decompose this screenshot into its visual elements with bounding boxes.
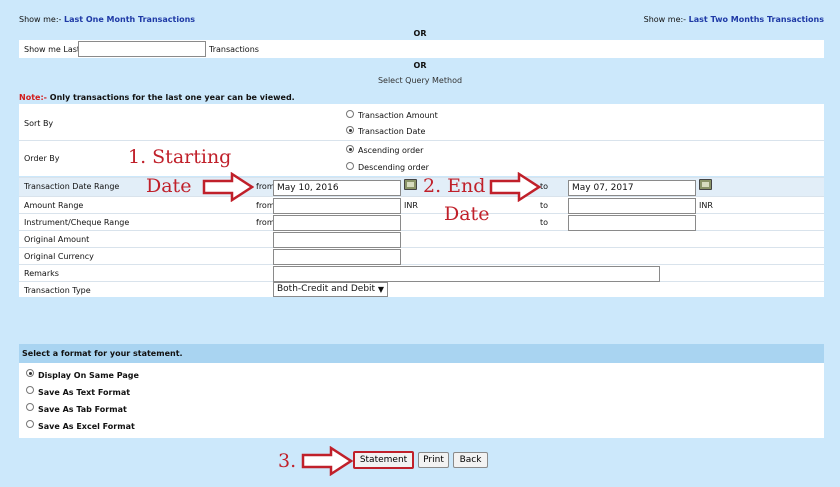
cheque-to-label: to xyxy=(540,218,549,227)
amount-unit-to: INR xyxy=(699,201,713,210)
arrow-right-icon xyxy=(489,172,541,202)
format-options-box xyxy=(19,363,824,438)
or-separator-1: OR xyxy=(413,29,427,38)
cheque-from-label: from xyxy=(256,218,275,227)
format-tab-radio[interactable] xyxy=(26,403,34,411)
cheque-to-input[interactable] xyxy=(568,215,696,231)
annotation-starting-date-line1: 1. Starting xyxy=(128,146,232,168)
original-amount-label: Original Amount xyxy=(24,235,90,244)
annotation-end-date-line1: 2. End xyxy=(423,175,486,197)
format-header: Select a format for your statement. xyxy=(22,349,183,358)
date-range-label: Transaction Date Range xyxy=(24,182,120,191)
original-currency-label: Original Currency xyxy=(24,252,94,261)
show-me-last-label: Show me Last xyxy=(24,45,81,54)
transaction-type-label: Transaction Type xyxy=(24,286,91,295)
format-excel-label: Save As Excel Format xyxy=(38,422,135,431)
date-from-input[interactable] xyxy=(273,180,401,196)
order-by-label: Order By xyxy=(24,154,60,163)
note: Note:- Only transactions for the last on… xyxy=(19,93,295,102)
dropdown-arrow-icon: ▼ xyxy=(377,285,384,294)
print-button[interactable]: Print xyxy=(418,452,449,468)
date-to-label: to xyxy=(540,182,549,191)
remarks-label: Remarks xyxy=(24,269,59,278)
amount-from-label: from xyxy=(256,201,275,210)
format-excel-radio[interactable] xyxy=(26,420,34,428)
arrow-right-icon xyxy=(301,446,353,476)
annotation-end-date-line2: Date xyxy=(444,203,490,225)
remarks-input[interactable] xyxy=(273,266,660,282)
arrow-right-icon xyxy=(202,172,254,202)
amount-to-label: to xyxy=(540,201,549,210)
divider xyxy=(19,264,824,265)
show-me-last-input[interactable] xyxy=(78,41,206,57)
cheque-range-label: Instrument/Cheque Range xyxy=(24,218,130,227)
divider xyxy=(19,196,824,197)
divider xyxy=(19,247,824,248)
select-query-method: Select Query Method xyxy=(377,76,463,85)
format-text-radio[interactable] xyxy=(26,386,34,394)
transaction-type-value: Both-Credit and Debit xyxy=(277,284,376,294)
sort-by-date-radio[interactable] xyxy=(346,126,354,134)
amount-range-label: Amount Range xyxy=(24,201,84,210)
divider xyxy=(19,230,824,231)
sort-by-amount-label: Transaction Amount xyxy=(358,111,438,120)
annotation-step-3: 3. xyxy=(278,450,297,472)
order-descending-radio[interactable] xyxy=(346,162,354,170)
statement-button[interactable]: Statement xyxy=(353,451,414,469)
show-me-prefix: Show me:- xyxy=(19,15,62,24)
calendar-icon[interactable] xyxy=(404,179,417,190)
show-me-two-months: Show me:- Last Two Months Transactions xyxy=(644,15,824,24)
divider xyxy=(19,213,824,214)
last-one-month-link[interactable]: Last One Month Transactions xyxy=(64,15,195,24)
back-button[interactable]: Back xyxy=(453,452,488,468)
format-text-label: Save As Text Format xyxy=(38,388,131,397)
last-two-months-link[interactable]: Last Two Months Transactions xyxy=(689,15,824,24)
transactions-suffix: Transactions xyxy=(209,45,259,54)
annotation-starting-date-line2: Date xyxy=(146,175,192,197)
or-separator-2: OR xyxy=(413,61,427,70)
calendar-icon[interactable] xyxy=(699,179,712,190)
order-ascending-label: Ascending order xyxy=(358,146,424,155)
note-prefix: Note:- xyxy=(19,93,47,102)
show-me-one-month: Show me:- Last One Month Transactions xyxy=(19,15,195,24)
amount-from-input[interactable] xyxy=(273,198,401,214)
date-from-label: from xyxy=(256,182,275,191)
format-same-page-radio[interactable] xyxy=(26,369,34,377)
amount-to-input[interactable] xyxy=(568,198,696,214)
format-same-page-label: Display On Same Page xyxy=(38,371,139,380)
divider xyxy=(19,140,824,141)
date-to-input[interactable] xyxy=(568,180,696,196)
sort-by-date-label: Transaction Date xyxy=(358,127,426,136)
sort-by-amount-radio[interactable] xyxy=(346,110,354,118)
original-amount-input[interactable] xyxy=(273,232,401,248)
transaction-type-select[interactable]: Both-Credit and Debit ▼ xyxy=(273,282,388,297)
format-tab-label: Save As Tab Format xyxy=(38,405,127,414)
cheque-from-input[interactable] xyxy=(273,215,401,231)
sort-by-label: Sort By xyxy=(24,119,54,128)
order-descending-label: Descending order xyxy=(358,163,429,172)
amount-unit-from: INR xyxy=(404,201,418,210)
show-me-prefix-right: Show me:- xyxy=(643,15,687,24)
note-text: Only transactions for the last one year … xyxy=(49,93,295,102)
original-currency-input[interactable] xyxy=(273,249,401,265)
order-ascending-radio[interactable] xyxy=(346,145,354,153)
divider xyxy=(19,177,824,178)
